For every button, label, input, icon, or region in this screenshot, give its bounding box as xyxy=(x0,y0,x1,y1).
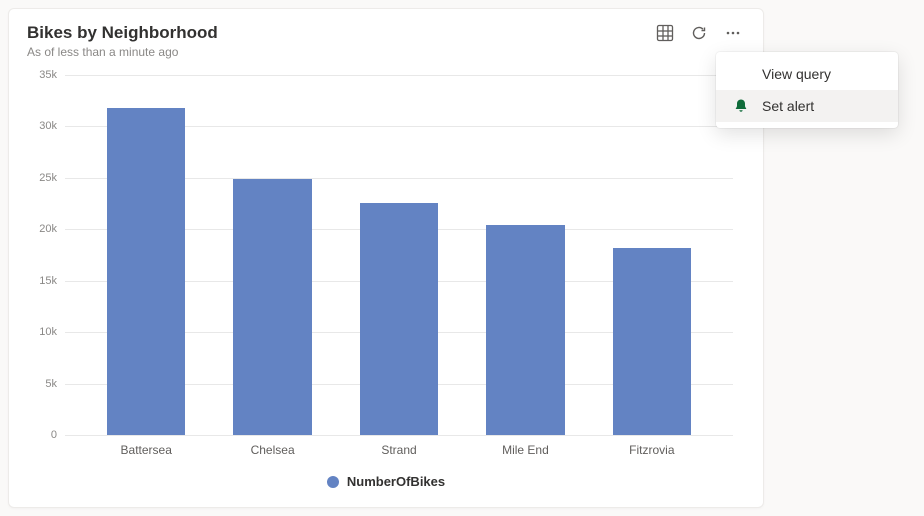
xtick-label: Strand xyxy=(381,443,416,457)
ytick-label: 25k xyxy=(27,172,57,184)
xtick-label: Mile End xyxy=(502,443,549,457)
menu-item-view-query[interactable]: View query xyxy=(716,58,898,90)
context-menu: View query Set alert xyxy=(716,52,898,128)
data-view-icon[interactable] xyxy=(655,23,675,43)
ytick-label: 30k xyxy=(27,120,57,132)
bar-column: Battersea xyxy=(83,75,209,435)
bars-container: BatterseaChelseaStrandMile EndFitzrovia xyxy=(65,75,733,435)
legend-swatch xyxy=(327,476,339,488)
ytick-label: 35k xyxy=(27,69,57,81)
plot-region: 05k10k15k20k25k30k35k BatterseaChelseaSt… xyxy=(65,75,733,435)
bell-icon xyxy=(732,98,750,114)
ytick-label: 20k xyxy=(27,223,57,235)
chart-area: 05k10k15k20k25k30k35k BatterseaChelseaSt… xyxy=(27,71,745,495)
bar-column: Chelsea xyxy=(209,75,335,435)
menu-item-set-alert[interactable]: Set alert xyxy=(716,90,898,122)
card-header: Bikes by Neighborhood As of less than a … xyxy=(27,23,745,59)
bar-column: Mile End xyxy=(462,75,588,435)
bar[interactable] xyxy=(233,179,311,435)
header-actions xyxy=(655,23,743,43)
xtick-label: Chelsea xyxy=(251,443,295,457)
chart-title: Bikes by Neighborhood xyxy=(27,23,218,43)
bar[interactable] xyxy=(107,108,185,435)
menu-label-view-query: View query xyxy=(762,66,831,82)
bar-column: Strand xyxy=(336,75,462,435)
bar[interactable] xyxy=(613,248,691,435)
gridline xyxy=(65,435,733,436)
more-icon[interactable] xyxy=(723,23,743,43)
xtick-label: Fitzrovia xyxy=(629,443,674,457)
refresh-icon[interactable] xyxy=(689,23,709,43)
chart-subtitle: As of less than a minute ago xyxy=(27,45,218,59)
legend-label: NumberOfBikes xyxy=(347,474,445,489)
legend: NumberOfBikes xyxy=(27,474,745,489)
bar[interactable] xyxy=(486,225,564,435)
bar[interactable] xyxy=(360,203,438,435)
menu-label-set-alert: Set alert xyxy=(762,98,814,114)
xtick-label: Battersea xyxy=(121,443,172,457)
ytick-label: 15k xyxy=(27,275,57,287)
bar-column: Fitzrovia xyxy=(589,75,715,435)
ytick-label: 0 xyxy=(27,429,57,441)
ytick-label: 10k xyxy=(27,326,57,338)
ytick-label: 5k xyxy=(27,378,57,390)
title-block: Bikes by Neighborhood As of less than a … xyxy=(27,23,218,59)
chart-card: Bikes by Neighborhood As of less than a … xyxy=(8,8,764,508)
